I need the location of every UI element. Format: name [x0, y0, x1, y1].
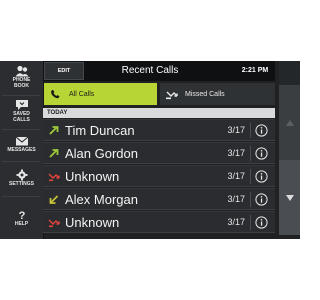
chevron-down-icon: [285, 194, 294, 201]
sidebar-item-help[interactable]: ? HELP: [0, 209, 43, 228]
call-date: 3/17: [227, 125, 245, 135]
call-row[interactable]: Alan Gordon 3/17: [43, 142, 275, 164]
missed-call-icon: [48, 219, 60, 228]
contact-name: Unknown: [65, 169, 120, 184]
missed-call-icon: [166, 91, 178, 100]
call-filter-tabs: All Calls Missed Calls: [43, 83, 275, 105]
outgoing-call-icon: [49, 149, 59, 158]
call-row[interactable]: Unknown 3/17: [43, 165, 275, 187]
info-icon[interactable]: [255, 170, 268, 183]
sidebar-item-label: SAVED CALLS: [13, 111, 30, 123]
page-title: Recent Calls: [121, 65, 179, 76]
clock: 2:21 PM: [241, 67, 269, 74]
incoming-call-icon: [49, 195, 59, 204]
recent-calls-list: Tim Duncan 3/17 Alan Gordon 3/17 Unknown…: [43, 119, 275, 234]
device-screen: PHONE BOOK SAVED CALLS MESSAGES SETTINGS…: [0, 61, 300, 239]
tab-label: All Calls: [69, 90, 95, 98]
info-icon[interactable]: [255, 147, 268, 160]
saved-calls-icon: [15, 100, 28, 110]
sidebar-divider: [2, 161, 40, 162]
sidebar-divider: [2, 95, 40, 96]
row-divider: [250, 192, 251, 207]
row-divider: [250, 215, 251, 230]
messages-icon: [15, 136, 28, 146]
sidebar-divider: [2, 196, 40, 197]
scrollbar-cap: [279, 61, 300, 85]
contact-name: Tim Duncan: [65, 123, 135, 138]
contact-name: Alan Gordon: [65, 146, 138, 161]
tab-label: Missed Calls: [185, 90, 225, 98]
call-date: 3/17: [227, 148, 245, 158]
call-date: 3/17: [227, 194, 245, 204]
call-date: 3/17: [227, 171, 245, 181]
row-divider: [250, 146, 251, 161]
contact-name: Unknown: [65, 215, 120, 230]
edit-button[interactable]: EDIT: [44, 62, 84, 80]
sidebar-item-label: MESSAGES: [7, 147, 36, 153]
info-icon[interactable]: [255, 124, 268, 137]
row-divider: [250, 123, 251, 138]
tab-missed-calls[interactable]: Missed Calls: [160, 83, 275, 105]
outgoing-call-icon: [49, 126, 59, 135]
call-date: 3/17: [227, 217, 245, 227]
contact-name: Alex Morgan: [65, 192, 138, 207]
call-row[interactable]: Alex Morgan 3/17: [43, 188, 275, 210]
sidebar-item-label: HELP: [14, 221, 29, 227]
sidebar-item-messages[interactable]: MESSAGES: [0, 135, 43, 154]
sidebar-item-settings[interactable]: SETTINGS: [0, 169, 43, 188]
question-icon: ?: [18, 210, 25, 221]
sidebar-divider: [2, 129, 40, 130]
call-row[interactable]: Unknown 3/17: [43, 211, 275, 233]
sidebar-item-label: SETTINGS: [8, 181, 34, 187]
scroll-up-button[interactable]: [279, 85, 300, 160]
row-divider: [250, 169, 251, 184]
scrollbar: [279, 85, 300, 235]
phonebook-icon: [15, 65, 28, 77]
chevron-up-icon: [285, 119, 294, 126]
info-icon[interactable]: [255, 216, 268, 229]
scroll-down-button[interactable]: [279, 160, 300, 235]
missed-call-icon: [48, 173, 60, 182]
section-header: TODAY: [43, 108, 275, 118]
svg-text:?: ?: [18, 210, 25, 221]
sidebar: PHONE BOOK SAVED CALLS MESSAGES SETTINGS…: [0, 61, 44, 239]
phone-icon: [51, 90, 60, 99]
call-row[interactable]: Tim Duncan 3/17: [43, 119, 275, 141]
sidebar-item-label: PHONE BOOK: [12, 77, 31, 89]
sidebar-item-saved-calls[interactable]: SAVED CALLS: [0, 99, 43, 123]
info-icon[interactable]: [255, 193, 268, 206]
gear-icon: [15, 169, 28, 181]
sidebar-item-phonebook[interactable]: PHONE BOOK: [0, 65, 43, 89]
tab-all-calls[interactable]: All Calls: [44, 83, 157, 105]
